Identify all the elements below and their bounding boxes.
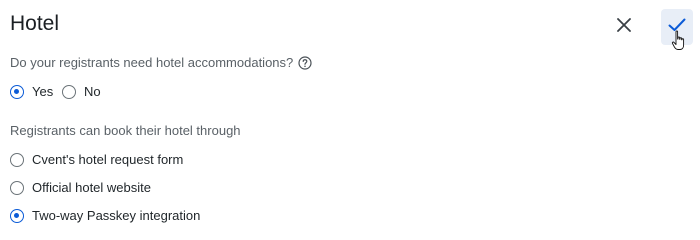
radio-passkey-integration-label: Two-way Passkey integration — [32, 208, 201, 223]
radio-button-checked[interactable] — [10, 209, 24, 223]
accommodations-question: Do your registrants need hotel accommoda… — [10, 54, 312, 72]
accommodations-question-text: Do your registrants need hotel accommoda… — [10, 55, 294, 70]
radio-official-website-label: Official hotel website — [32, 180, 151, 195]
close-button[interactable] — [610, 13, 638, 41]
booking-section-label: Registrants can book their hotel through — [10, 123, 241, 138]
radio-cvent-form-label: Cvent's hotel request form — [32, 152, 184, 167]
radio-cvent-form[interactable]: Cvent's hotel request form — [10, 151, 183, 169]
radio-button[interactable] — [62, 85, 76, 99]
radio-passkey-integration[interactable]: Two-way Passkey integration — [10, 207, 200, 225]
confirm-button[interactable] — [661, 9, 693, 45]
radio-button[interactable] — [10, 181, 24, 195]
radio-yes[interactable]: Yes — [10, 83, 53, 101]
radio-no[interactable]: No — [62, 83, 101, 101]
radio-official-website[interactable]: Official hotel website — [10, 179, 151, 197]
radio-no-label: No — [84, 84, 101, 99]
close-icon — [617, 17, 631, 37]
radio-button-checked[interactable] — [10, 85, 24, 99]
radio-yes-label: Yes — [32, 84, 54, 99]
question-circle-icon[interactable] — [298, 56, 312, 70]
radio-button[interactable] — [10, 153, 24, 167]
checkmark-icon — [668, 18, 686, 37]
page-title: Hotel — [10, 12, 60, 35]
